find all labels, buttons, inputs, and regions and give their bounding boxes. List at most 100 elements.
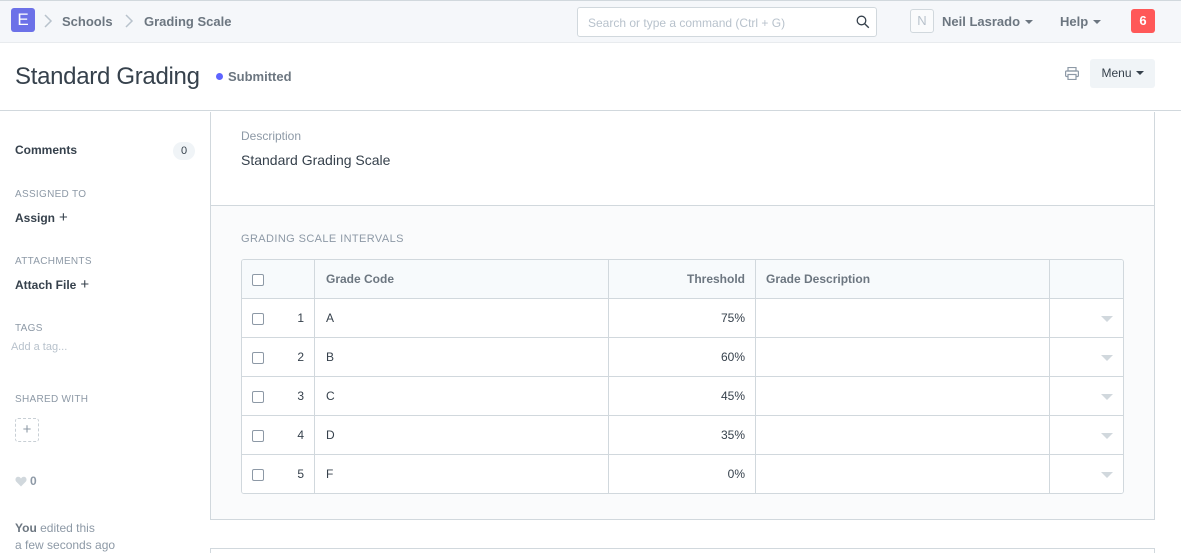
column-divider [314, 299, 315, 338]
attach-file-label: Attach File [15, 278, 77, 292]
avatar[interactable]: N [910, 9, 934, 33]
column-divider [314, 338, 315, 377]
threshold-cell[interactable]: 0% [609, 455, 745, 493]
caret-down-icon [1093, 19, 1102, 24]
column-divider [314, 377, 315, 416]
chevron-right-icon [44, 14, 53, 28]
row-expand-caret-icon[interactable] [1101, 433, 1113, 439]
select-all-checkbox[interactable] [252, 274, 264, 286]
print-icon[interactable] [1065, 67, 1079, 80]
plus-icon: + [80, 276, 90, 293]
app-logo[interactable]: E [11, 8, 35, 32]
column-divider [755, 416, 756, 455]
column-divider [1049, 338, 1050, 377]
assign-button[interactable]: Assign + [15, 209, 68, 226]
grade-code-cell[interactable]: C [326, 377, 335, 416]
column-divider [1049, 416, 1050, 455]
column-divider [755, 299, 756, 338]
table-row[interactable]: 4 D 35% [242, 416, 1123, 455]
search-icon [856, 15, 870, 29]
row-checkbox[interactable] [252, 469, 264, 481]
help-menu[interactable]: Help [1060, 14, 1102, 29]
row-index: 4 [297, 428, 304, 442]
comments-count-badge: 0 [173, 142, 195, 160]
help-label: Help [1060, 14, 1089, 29]
column-divider [755, 338, 756, 377]
add-share-button[interactable]: + [15, 418, 39, 442]
breadcrumb-grading-scale[interactable]: Grading Scale [144, 14, 231, 29]
navbar: E Schools Grading Scale Search or type a… [0, 0, 1181, 43]
grid-section-label: GRADING SCALE INTERVALS [241, 233, 404, 245]
comments-label[interactable]: Comments [15, 143, 77, 157]
row-checkbox[interactable] [252, 391, 264, 403]
menu-button[interactable]: Menu [1090, 59, 1155, 88]
assign-label: Assign [15, 211, 56, 225]
table-header-row: Grade Code Threshold Grade Description [242, 260, 1123, 299]
column-divider [314, 260, 315, 299]
column-header-grade-code: Grade Code [326, 272, 395, 286]
search-placeholder: Search or type a command (Ctrl + G) [588, 16, 786, 30]
table-row[interactable]: 2 B 60% [242, 338, 1123, 377]
threshold-cell[interactable]: 75% [609, 299, 745, 338]
attachments-label: ATTACHMENTS [15, 256, 92, 267]
page-head: Standard Grading Submitted Menu [0, 43, 1181, 111]
column-divider [314, 416, 315, 455]
menu-button-label: Menu [1101, 66, 1132, 80]
search-input[interactable]: Search or type a command (Ctrl + G) [577, 7, 877, 37]
grade-code-cell[interactable]: F [326, 455, 333, 493]
notification-badge[interactable]: 6 [1131, 9, 1155, 33]
column-divider [1049, 377, 1050, 416]
assigned-to-label: ASSIGNED TO [15, 189, 87, 200]
shared-with-label: SHARED WITH [15, 394, 89, 405]
threshold-cell[interactable]: 35% [609, 416, 745, 455]
table-row[interactable]: 1 A 75% [242, 299, 1123, 338]
grade-code-cell[interactable]: B [326, 338, 334, 377]
column-divider [755, 377, 756, 416]
row-expand-caret-icon[interactable] [1101, 394, 1113, 400]
chevron-right-icon [125, 14, 134, 28]
activity-user[interactable]: You [15, 521, 37, 535]
attach-file-button[interactable]: Attach File + [15, 276, 89, 293]
row-checkbox[interactable] [252, 313, 264, 325]
column-divider [755, 455, 756, 493]
activity-item: You edited this a few seconds ago [15, 520, 115, 553]
caret-down-icon [1135, 70, 1144, 75]
column-divider [1049, 299, 1050, 338]
row-expand-caret-icon[interactable] [1101, 355, 1113, 361]
page-title: Standard Grading [15, 63, 200, 90]
row-index: 5 [297, 467, 304, 481]
caret-down-icon [1025, 19, 1034, 24]
column-header-grade-description: Grade Description [766, 272, 871, 286]
row-index: 3 [297, 389, 304, 403]
like-count: 0 [30, 474, 37, 488]
table-row[interactable]: 3 C 45% [242, 377, 1123, 416]
next-section-edge [210, 548, 1155, 553]
threshold-cell[interactable]: 60% [609, 338, 745, 377]
column-divider [1049, 455, 1050, 493]
add-tag-input[interactable]: Add a tag... [11, 341, 67, 353]
column-divider [1049, 260, 1050, 299]
plus-icon: + [59, 209, 68, 226]
grading-scale-table: Grade Code Threshold Grade Description 1… [241, 259, 1124, 494]
heart-icon[interactable] [15, 476, 27, 487]
row-index: 2 [297, 350, 304, 364]
user-menu[interactable]: Neil Lasrado [942, 14, 1034, 29]
grade-code-cell[interactable]: D [326, 416, 335, 455]
row-expand-caret-icon[interactable] [1101, 472, 1113, 478]
status-badge: Submitted [228, 69, 292, 84]
user-name: Neil Lasrado [942, 14, 1021, 29]
row-expand-caret-icon[interactable] [1101, 316, 1113, 322]
tags-label: TAGS [15, 323, 43, 334]
threshold-cell[interactable]: 45% [609, 377, 745, 416]
description-section: Description Standard Grading Scale [211, 112, 1154, 206]
description-label: Description [241, 129, 302, 143]
column-divider [314, 455, 315, 493]
status-indicator-icon [216, 73, 223, 80]
row-index: 1 [297, 311, 304, 325]
row-checkbox[interactable] [252, 430, 264, 442]
row-checkbox[interactable] [252, 352, 264, 364]
grade-code-cell[interactable]: A [326, 299, 334, 338]
activity-text: edited this [40, 521, 95, 535]
table-row[interactable]: 5 F 0% [242, 455, 1123, 493]
breadcrumb-schools[interactable]: Schools [62, 14, 113, 29]
